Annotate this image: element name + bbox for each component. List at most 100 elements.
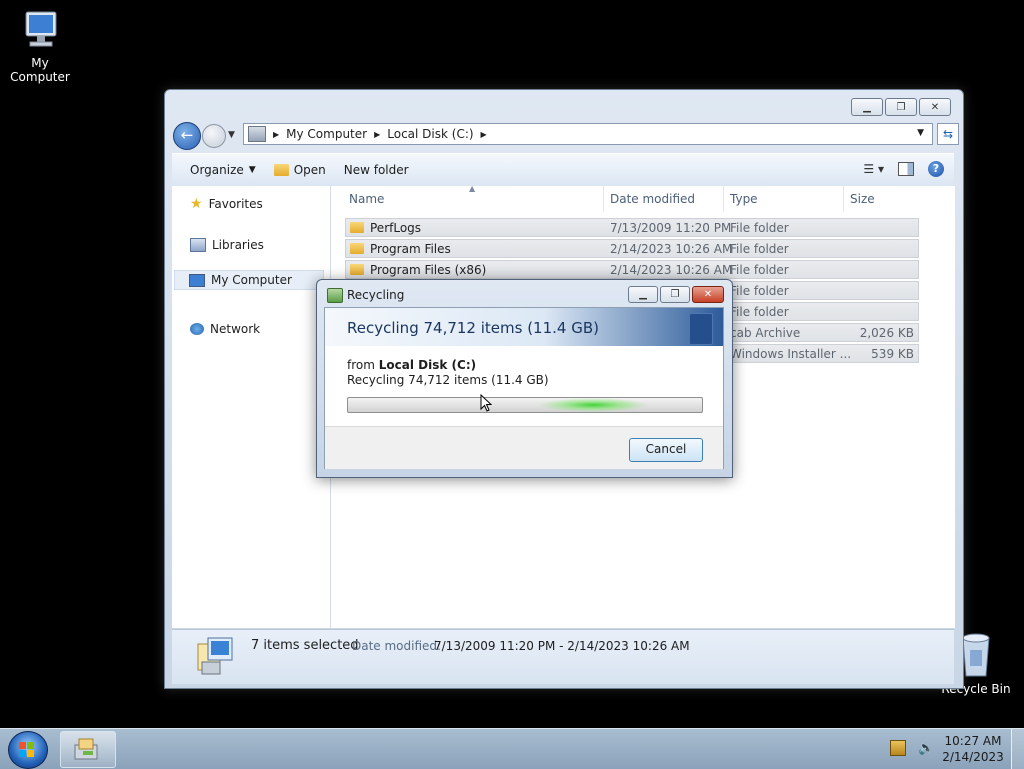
forward-button[interactable] bbox=[202, 124, 226, 148]
computer-icon bbox=[18, 10, 62, 52]
action-center-icon[interactable] bbox=[890, 740, 906, 756]
nav-item-my-computer[interactable]: My Computer bbox=[174, 270, 324, 290]
recycling-dialog: Recycling ▁ ❐ ✕ Recycling 74,712 items (… bbox=[316, 279, 733, 478]
row-date: 2/14/2023 10:26 AM bbox=[610, 263, 733, 277]
help-icon[interactable]: ? bbox=[928, 161, 944, 177]
address-dropdown-icon[interactable]: ▼ bbox=[917, 128, 924, 138]
row-date: 2/14/2023 10:26 AM bbox=[610, 242, 733, 256]
chevron-down-icon: ▼ bbox=[248, 165, 256, 175]
row-type: cab Archive bbox=[730, 326, 801, 340]
history-dropdown-icon[interactable]: ▼ bbox=[228, 130, 235, 140]
taskbar-clock[interactable]: 10:27 AM 2/14/2023 bbox=[940, 733, 1006, 765]
desktop-icon-label: My Computer bbox=[10, 56, 70, 84]
dialog-header: Recycling 74,712 items (11.4 GB) bbox=[325, 308, 723, 346]
row-date: 7/13/2009 11:20 PM bbox=[610, 221, 732, 235]
computer-icon bbox=[189, 273, 205, 287]
selection-count: 7 items selected bbox=[251, 638, 359, 653]
breadcrumb-my-computer[interactable]: My Computer bbox=[286, 127, 367, 141]
desktop-icon-my-computer[interactable]: My Computer bbox=[0, 10, 80, 84]
breadcrumb-chevron-icon: ▶ bbox=[480, 129, 487, 139]
dialog-heading: Recycling 74,712 items (11.4 GB) bbox=[347, 319, 599, 337]
folder-icon bbox=[350, 264, 364, 275]
address-bar[interactable]: ▶ My Computer ▶ Local Disk (C:) ▶ ▼ bbox=[243, 123, 933, 145]
view-options-icon[interactable]: ☰ ▾ bbox=[863, 162, 884, 176]
column-header-type[interactable]: Type bbox=[730, 186, 758, 212]
row-type: File folder bbox=[730, 221, 789, 235]
dialog-body: Recycling 74,712 items (11.4 GB) from Lo… bbox=[324, 307, 724, 469]
folder-icon bbox=[350, 243, 364, 254]
column-label: Size bbox=[850, 192, 875, 206]
minimize-button[interactable]: ▁ bbox=[628, 286, 658, 303]
progress-glow bbox=[538, 398, 648, 412]
open-button[interactable]: Open bbox=[273, 163, 326, 177]
system-tray: 🔈 bbox=[890, 740, 934, 756]
windows-logo-icon bbox=[19, 742, 34, 757]
command-toolbar: Organize ▼ Open New folder ☰ ▾ ? bbox=[172, 153, 954, 187]
organize-label: Organize bbox=[190, 163, 244, 177]
table-row[interactable]: Program Files (x86) 2/14/2023 10:26 AM F… bbox=[345, 260, 919, 279]
nav-item-libraries[interactable]: Libraries bbox=[190, 238, 264, 252]
table-row[interactable]: PerfLogs 7/13/2009 11:20 PM File folder bbox=[345, 218, 919, 237]
clock-date: 2/14/2023 bbox=[942, 750, 1004, 764]
maximize-button[interactable]: ❐ bbox=[885, 98, 917, 116]
volume-icon[interactable]: 🔈 bbox=[918, 741, 934, 756]
new-folder-label: New folder bbox=[343, 163, 409, 177]
column-label: Name bbox=[349, 192, 385, 206]
maximize-button[interactable]: ❐ bbox=[660, 286, 690, 303]
cancel-button[interactable]: Cancel bbox=[629, 438, 703, 462]
column-header-name[interactable]: Name bbox=[349, 186, 384, 212]
libraries-icon bbox=[190, 238, 206, 252]
column-divider bbox=[843, 186, 844, 212]
row-type: File folder bbox=[730, 284, 789, 298]
taskbar-explorer-button[interactable] bbox=[60, 731, 116, 768]
new-folder-button[interactable]: New folder bbox=[344, 163, 409, 177]
window-caption-buttons: ▁ ❐ ✕ bbox=[851, 98, 951, 116]
multiple-files-icon bbox=[194, 636, 236, 678]
breadcrumb-local-disk[interactable]: Local Disk (C:) bbox=[387, 127, 473, 141]
preview-pane-icon[interactable] bbox=[898, 162, 914, 176]
nav-item-network[interactable]: Network bbox=[190, 322, 260, 336]
recycle-icon bbox=[327, 288, 343, 303]
back-button[interactable]: ← bbox=[173, 122, 201, 150]
progress-bar bbox=[347, 397, 703, 413]
row-size: 539 KB bbox=[871, 347, 914, 361]
column-divider bbox=[603, 186, 604, 212]
open-label: Open bbox=[293, 163, 326, 177]
show-desktop-button[interactable] bbox=[1011, 729, 1024, 769]
from-label: from bbox=[347, 358, 375, 372]
toolbar-right: ☰ ▾ ? bbox=[863, 161, 944, 177]
breadcrumb-chevron-icon: ▶ bbox=[273, 129, 280, 139]
sort-indicator-icon: ▲ bbox=[469, 184, 476, 193]
row-type: File folder bbox=[730, 242, 789, 256]
row-name: Program Files bbox=[370, 242, 451, 256]
close-button[interactable]: ✕ bbox=[919, 98, 951, 116]
nav-item-label: Libraries bbox=[212, 238, 264, 252]
drive-icon bbox=[248, 126, 266, 142]
refresh-button[interactable]: ⇆ bbox=[937, 123, 959, 145]
table-row[interactable]: Program Files 2/14/2023 10:26 AM File fo… bbox=[345, 239, 919, 258]
column-header-size[interactable]: Size bbox=[850, 186, 875, 212]
column-label: Date modified bbox=[610, 192, 696, 206]
row-type: File folder bbox=[730, 263, 789, 277]
date-modified-value: 7/13/2009 11:20 PM - 2/14/2023 10:26 AM bbox=[434, 639, 690, 653]
folder-open-icon bbox=[273, 164, 289, 176]
taskbar: 🔈 10:27 AM 2/14/2023 bbox=[0, 728, 1024, 769]
explorer-app-icon bbox=[74, 738, 98, 760]
dialog-title: Recycling bbox=[347, 288, 405, 302]
network-icon bbox=[190, 323, 204, 335]
row-name: Program Files (x86) bbox=[370, 263, 487, 277]
close-button[interactable]: ✕ bbox=[692, 286, 724, 303]
minimize-button[interactable]: ▁ bbox=[851, 98, 883, 116]
row-name: PerfLogs bbox=[370, 221, 422, 235]
dialog-footer: Cancel bbox=[325, 426, 723, 469]
column-header-date[interactable]: Date modified bbox=[610, 186, 695, 212]
nav-item-favorites[interactable]: ★ Favorites bbox=[190, 196, 263, 212]
breadcrumb-chevron-icon: ▶ bbox=[374, 129, 381, 139]
column-label: Type bbox=[730, 192, 758, 206]
organize-button[interactable]: Organize ▼ bbox=[190, 163, 256, 177]
nav-item-label: Favorites bbox=[208, 197, 263, 211]
clock-time: 10:27 AM bbox=[944, 734, 1002, 748]
dialog-caption-buttons: ▁ ❐ ✕ bbox=[628, 286, 724, 303]
start-button[interactable] bbox=[8, 731, 48, 769]
details-pane: 7 items selected Date modified: 7/13/200… bbox=[172, 629, 954, 684]
